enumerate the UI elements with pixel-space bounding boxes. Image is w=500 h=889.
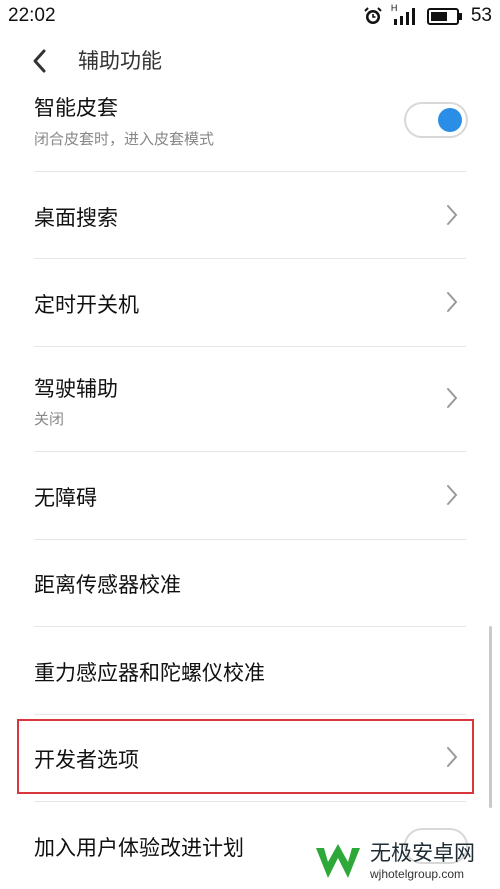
chevron-left-icon [33,49,46,73]
setting-driving-assist[interactable]: 驾驶辅助 关闭 [0,347,500,451]
status-time: 22:02 [8,5,56,26]
setting-accessibility[interactable]: 无障碍 [0,452,500,539]
setting-desktop-search[interactable]: 桌面搜索 [0,172,500,258]
signal-icon: H [391,3,419,26]
setting-scheduled-power[interactable]: 定时开关机 [0,259,500,346]
status-bar: 22:02 H 53 [0,0,500,32]
toggle-knob [438,108,462,132]
setting-label: 重力感应器和陀螺仪校准 [34,661,265,685]
chevron-right-icon [447,292,458,312]
setting-subtitle: 闭合皮套时，进入皮套模式 [34,130,215,148]
setting-developer-options[interactable]: 开发者选项 [0,715,500,801]
watermark-url: wjhotelgroup.com [370,867,465,881]
chevron-right-icon [447,747,458,767]
chevron-right-icon [447,205,458,225]
setting-label: 加入用户体验改进计划 [34,836,244,860]
setting-subtitle: 关闭 [34,410,65,428]
page-title: 辅助功能 [78,49,162,73]
watermark-name: 无极安卓网 [370,841,475,865]
setting-label: 距离传感器校准 [34,573,181,597]
chevron-right-icon [447,485,458,505]
back-button[interactable] [24,44,58,78]
setting-label: 开发者选项 [34,748,139,772]
setting-label: 驾驶辅助 [34,377,118,401]
setting-gravity-gyro-calibration[interactable]: 重力感应器和陀螺仪校准 [0,627,500,714]
setting-label: 智能皮套 [34,96,118,120]
alarm-icon [364,7,382,24]
watermark: 无极安卓网 wjhotelgroup.com [312,834,498,889]
battery-icon [426,8,462,25]
setting-proximity-calibration[interactable]: 距离传感器校准 [0,540,500,626]
chevron-right-icon [447,388,458,408]
smart-cover-toggle[interactable] [404,102,468,138]
setting-label: 无障碍 [34,486,97,510]
scrollbar[interactable] [489,626,492,808]
watermark-logo-icon [316,843,360,878]
battery-level: 53 [470,5,492,26]
setting-smart-cover[interactable]: 智能皮套 闭合皮套时，进入皮套模式 [0,90,500,170]
setting-label: 桌面搜索 [34,206,118,230]
app-header: 辅助功能 [0,32,500,90]
status-icons: H 53 [363,3,492,27]
setting-label: 定时开关机 [34,293,139,317]
